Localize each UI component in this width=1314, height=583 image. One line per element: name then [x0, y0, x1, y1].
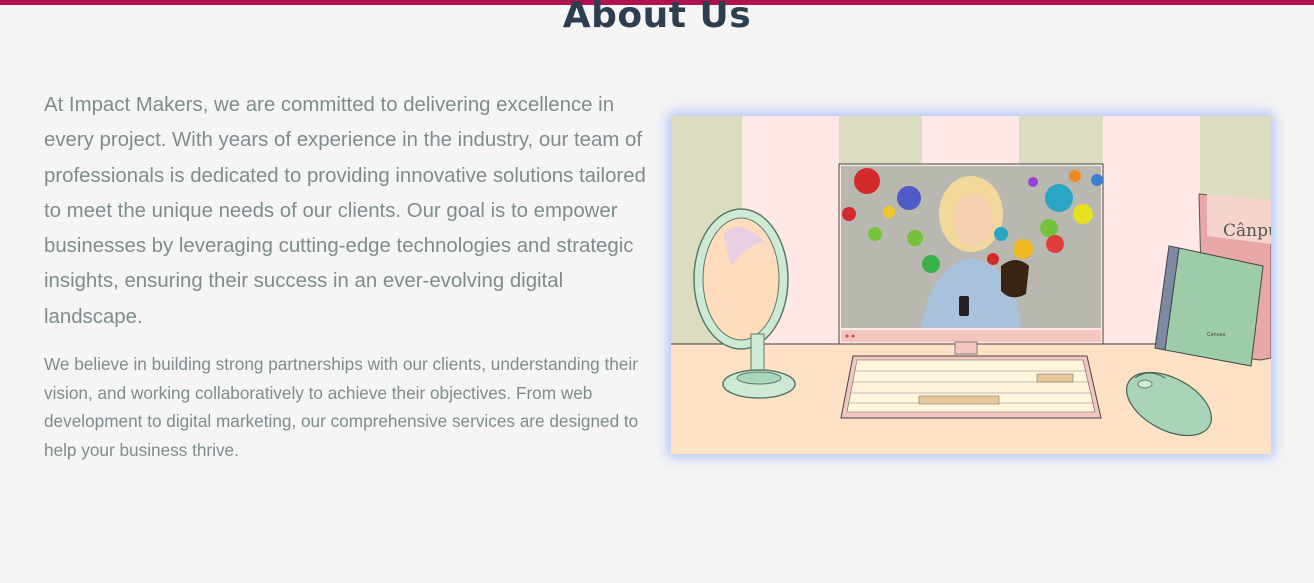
about-lead-paragraph: At Impact Makers, we are committed to de…: [44, 94, 646, 328]
about-secondary-paragraph: We believe in building strong partnershi…: [44, 354, 639, 460]
svg-text:Cânpu: Cânpu: [1223, 221, 1271, 241]
about-illustration: Cânpu Canvas: [671, 116, 1271, 454]
keyboard-illustration: [840, 355, 1102, 419]
svg-text:Canvas: Canvas: [1207, 332, 1226, 338]
monitor-illustration: [838, 163, 1104, 355]
page-title: About Us: [562, 0, 752, 36]
about-text-column: At Impact Makers, we are committed to de…: [44, 88, 650, 464]
